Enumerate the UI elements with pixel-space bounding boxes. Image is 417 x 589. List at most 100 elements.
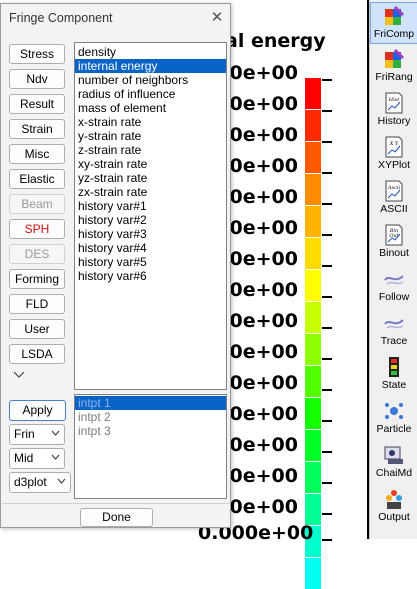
integration-point-list[interactable]: intpt 1 intpt 2 intpt 3 bbox=[74, 394, 227, 499]
tick-mark bbox=[322, 358, 332, 360]
chevron-down-icon[interactable] bbox=[13, 370, 25, 380]
colorbar-segment bbox=[305, 238, 321, 269]
colorbar-segment bbox=[305, 398, 321, 429]
tick-mark bbox=[322, 513, 332, 515]
particle-icon bbox=[383, 400, 405, 422]
toolbar-state-button[interactable]: State bbox=[370, 354, 417, 396]
component-list[interactable]: density internal energy number of neighbor… bbox=[74, 42, 227, 390]
list-item[interactable]: history var#4 bbox=[75, 241, 226, 255]
colorbar-segment bbox=[305, 174, 321, 205]
toolbar-label: FriComp bbox=[373, 28, 415, 40]
right-toolbar: FriComp FriRang Hist History X Y XYPlot Ascii A… bbox=[369, 0, 417, 539]
follow-icon bbox=[383, 268, 405, 290]
tick-mark bbox=[322, 110, 332, 112]
list-item[interactable]: history var#5 bbox=[75, 255, 226, 269]
list-item[interactable]: y-strain rate bbox=[75, 129, 226, 143]
beam-button[interactable]: Beam bbox=[9, 194, 65, 214]
source-value: d3plot bbox=[14, 475, 47, 489]
list-item[interactable]: intpt 1 bbox=[75, 396, 226, 410]
toolbar-label: History bbox=[377, 115, 411, 127]
tick-mark bbox=[322, 203, 332, 205]
svg-text:Hist: Hist bbox=[388, 97, 401, 103]
list-item[interactable]: x-strain rate bbox=[75, 115, 226, 129]
stress-button[interactable]: Stress bbox=[9, 44, 65, 64]
result-button[interactable]: Result bbox=[9, 94, 65, 114]
list-item[interactable]: zx-strain rate bbox=[75, 185, 226, 199]
tick-mark bbox=[322, 172, 332, 174]
forming-button[interactable]: Forming bbox=[9, 269, 65, 289]
tick-mark bbox=[322, 79, 332, 81]
list-item[interactable]: xy-strain rate bbox=[75, 157, 226, 171]
close-icon[interactable]: ✕ bbox=[209, 8, 225, 26]
tick-mark bbox=[322, 389, 332, 391]
source-select[interactable]: d3plot bbox=[9, 472, 71, 493]
list-item[interactable]: history var#3 bbox=[75, 227, 226, 241]
list-item[interactable]: history var#1 bbox=[75, 199, 226, 213]
toolbar-label: Binout bbox=[379, 247, 409, 259]
divider bbox=[2, 503, 229, 504]
toolbar-label: ChaiMd bbox=[375, 467, 413, 479]
list-item[interactable]: number of neighbors bbox=[75, 73, 226, 87]
toolbar-label: Particle bbox=[376, 423, 412, 435]
tick-mark bbox=[322, 296, 332, 298]
dialog-title: Fringe Component bbox=[9, 11, 113, 25]
fringe-component-dialog: Fringe Component ✕ Stress Ndv Result Strain… bbox=[0, 3, 231, 528]
list-item[interactable]: radius of influence bbox=[75, 87, 226, 101]
fringe-range-icon bbox=[383, 48, 405, 70]
toolbar-label: FriRang bbox=[375, 71, 413, 83]
colorbar-segment bbox=[305, 366, 321, 397]
toolbar-frirang-button[interactable]: FriRang bbox=[370, 46, 417, 88]
elastic-button[interactable]: Elastic bbox=[9, 169, 65, 189]
chevron-down-icon bbox=[51, 430, 60, 436]
toolbar-trace-button[interactable]: Trace bbox=[370, 310, 417, 352]
sph-button[interactable]: SPH bbox=[9, 219, 65, 239]
fringe-component-icon bbox=[383, 5, 405, 27]
list-item[interactable]: history var#2 bbox=[75, 213, 226, 227]
list-item[interactable]: yz-strain rate bbox=[75, 171, 226, 185]
chaimd-icon bbox=[383, 444, 405, 466]
layer-select[interactable]: Mid bbox=[9, 448, 65, 469]
toolbar-label: XYPlot bbox=[377, 159, 411, 171]
toolbar-fricomp-button[interactable]: FriComp bbox=[370, 2, 417, 44]
list-item[interactable]: mass of element bbox=[75, 101, 226, 115]
strain-button[interactable]: Strain bbox=[9, 119, 65, 139]
chevron-down-icon bbox=[57, 478, 66, 484]
list-item[interactable]: intpt 3 bbox=[75, 424, 226, 438]
list-item[interactable]: history var#6 bbox=[75, 269, 226, 283]
binout-icon: Bin Out bbox=[383, 224, 405, 246]
lsda-button[interactable]: LSDA bbox=[9, 344, 65, 364]
colorbar-segment bbox=[305, 78, 321, 109]
fringe-type-value: Frin bbox=[14, 427, 35, 441]
user-button[interactable]: User bbox=[9, 319, 65, 339]
des-button[interactable]: DES bbox=[9, 244, 65, 264]
toolbar-output-button[interactable]: Output bbox=[370, 486, 417, 528]
ndv-button[interactable]: Ndv bbox=[9, 69, 65, 89]
list-item[interactable]: density bbox=[75, 45, 226, 59]
plot-title: al energy bbox=[225, 30, 326, 52]
tick-mark bbox=[322, 265, 332, 267]
toolbar-xyplot-button[interactable]: X Y XYPlot bbox=[370, 134, 417, 176]
toolbar-particle-button[interactable]: Particle bbox=[370, 398, 417, 440]
apply-button[interactable]: Apply bbox=[9, 400, 66, 421]
colorbar-segment bbox=[305, 462, 321, 493]
svg-text:Ascii: Ascii bbox=[387, 185, 401, 191]
toolbar-label: State bbox=[381, 379, 407, 391]
list-item[interactable]: internal energy bbox=[75, 59, 226, 73]
list-item[interactable]: intpt 2 bbox=[75, 410, 226, 424]
colorbar-segment bbox=[305, 142, 321, 173]
fld-button[interactable]: FLD bbox=[9, 294, 65, 314]
toolbar-label: Trace bbox=[380, 335, 408, 347]
toolbar-binout-button[interactable]: Bin Out Binout bbox=[370, 222, 417, 264]
layer-value: Mid bbox=[14, 451, 34, 465]
toolbar-history-button[interactable]: Hist History bbox=[370, 90, 417, 132]
fringe-type-select[interactable]: Frin bbox=[9, 424, 65, 445]
misc-button[interactable]: Misc bbox=[9, 144, 65, 164]
toolbar-follow-button[interactable]: Follow bbox=[370, 266, 417, 308]
toolbar-ascii-button[interactable]: Ascii ASCII bbox=[370, 178, 417, 220]
colorbar-segment bbox=[305, 110, 321, 141]
done-button[interactable]: Done bbox=[80, 508, 153, 527]
tick-mark bbox=[322, 234, 332, 236]
list-item[interactable]: z-strain rate bbox=[75, 143, 226, 157]
toolbar-chaimd-button[interactable]: ChaiMd bbox=[370, 442, 417, 484]
toolbar-label: Follow bbox=[378, 291, 410, 303]
